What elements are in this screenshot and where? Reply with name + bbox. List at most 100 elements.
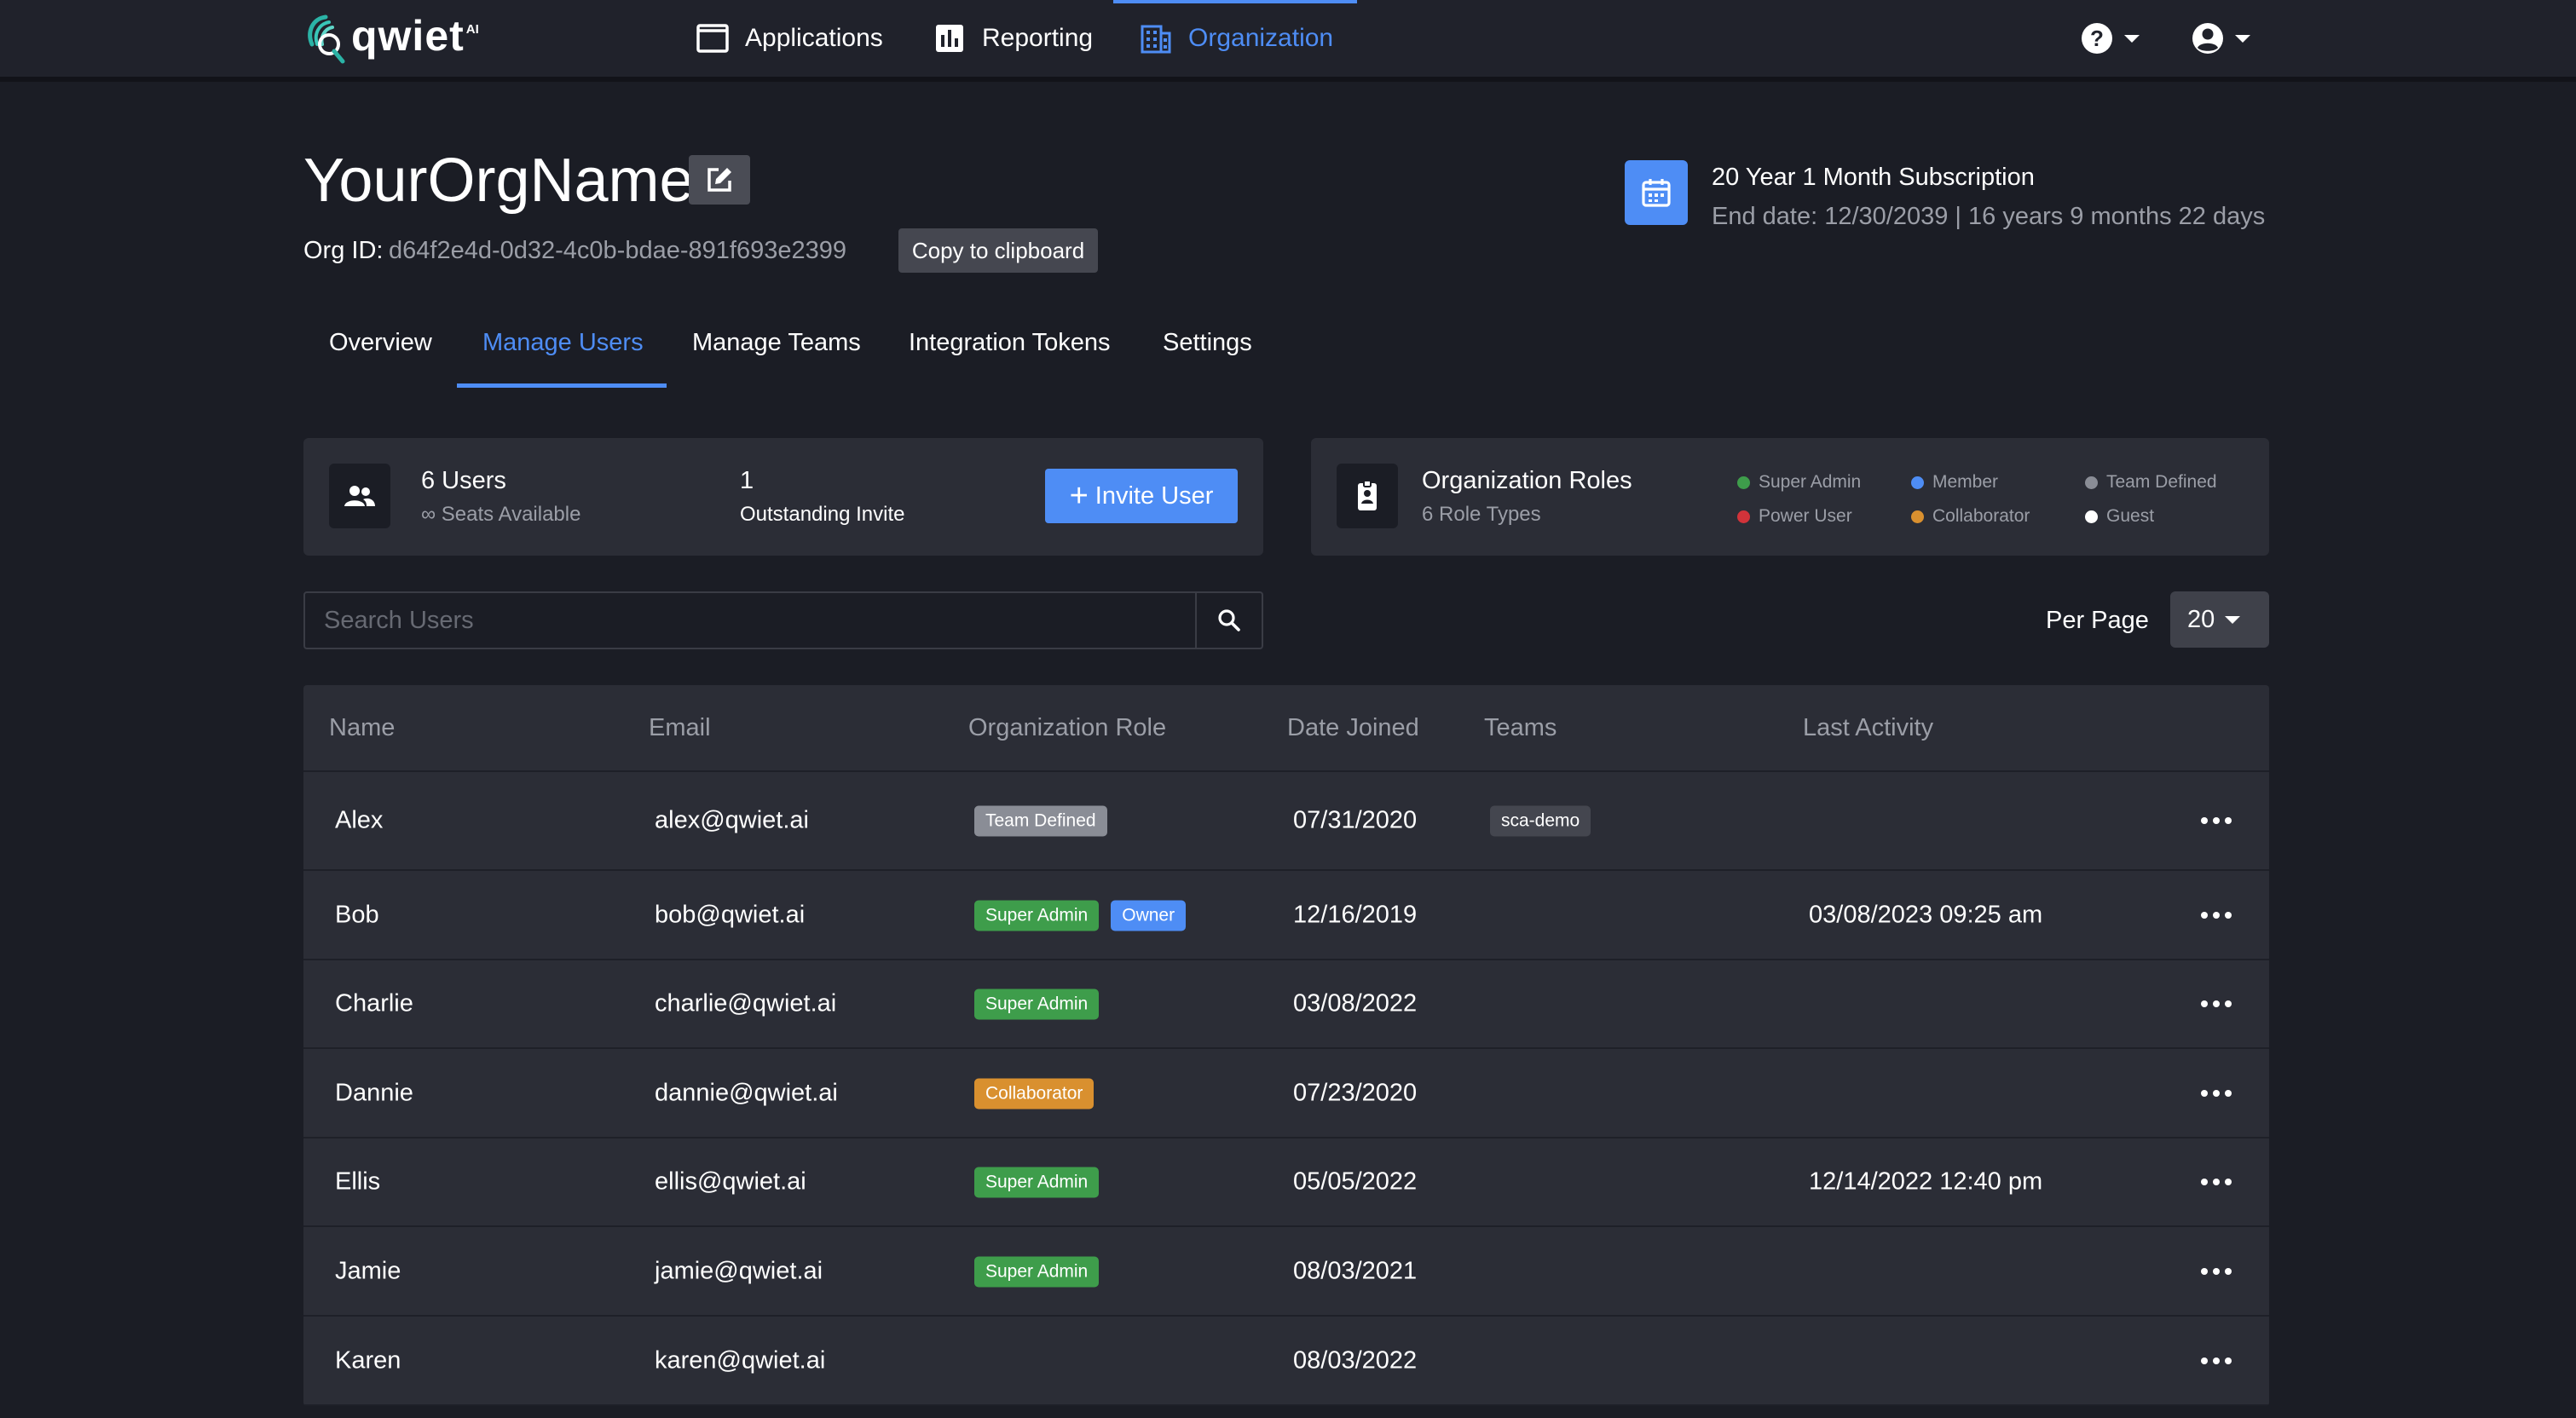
date-joined: 07/31/2020 — [1293, 806, 1418, 834]
roles-title: Organization Roles — [1422, 467, 1632, 494]
id-badge-icon — [1358, 480, 1377, 510]
ellipsis-dot — [2213, 817, 2220, 824]
ellipsis-dot — [2201, 817, 2208, 824]
user-email: ellis@qwiet.ai — [655, 1167, 806, 1195]
ellipsis-dot — [2225, 1178, 2232, 1185]
organization-roles-card: Organization Roles 6 Role Types Super Ad… — [1311, 438, 2269, 556]
table-header: Name Email Organization Role Date Joined… — [303, 685, 2269, 772]
tab-overview[interactable]: Overview — [329, 329, 432, 357]
user-name: Alex — [335, 806, 384, 834]
date-joined: 08/03/2022 — [1293, 1346, 1418, 1374]
bar-chart-icon — [936, 25, 963, 52]
ellipsis-icon[interactable] — [2201, 1000, 2232, 1007]
edit-org-name-button[interactable] — [689, 155, 750, 205]
team-badge[interactable]: sca-demo — [1490, 805, 1591, 837]
legend-dot — [1737, 476, 1750, 489]
user-roles: Super Admin — [974, 1166, 1111, 1197]
svg-text:?: ? — [2090, 26, 2104, 51]
ellipsis-icon[interactable] — [2201, 1357, 2232, 1364]
top-navbar: qwiet AI Applications Reporting Organiza… — [0, 0, 2576, 82]
role-badge: Super Admin — [974, 1256, 1100, 1287]
table-row[interactable]: Ellis ellis@qwiet.ai Super Admin 05/05/2022… — [303, 1138, 2269, 1227]
plus-icon: + — [1069, 478, 1089, 514]
search-button[interactable] — [1195, 591, 1263, 649]
ellipsis-dot — [2213, 1267, 2220, 1275]
subscription-calendar-badge — [1625, 160, 1688, 225]
nav-organization[interactable]: Organization — [1112, 0, 1358, 77]
legend-label: Power User — [1759, 506, 1852, 526]
legend-label: Member — [1932, 472, 1999, 492]
user-email: karen@qwiet.ai — [655, 1346, 826, 1374]
subscription-end-date: End date: 12/30/2039 | 16 years 9 months… — [1712, 203, 2266, 230]
tab-manage-teams[interactable]: Manage Teams — [692, 329, 861, 357]
table-row[interactable]: Alex alex@qwiet.ai Team Defined 07/31/2020 s… — [303, 772, 2269, 871]
logo-wordmark: qwiet — [351, 12, 465, 60]
column-header-teams[interactable]: Teams — [1484, 714, 1557, 742]
column-header-date-joined[interactable]: Date Joined — [1287, 714, 1419, 742]
qwiet-logo[interactable]: qwiet AI — [303, 9, 479, 68]
role-badge: Collaborator — [974, 1078, 1095, 1109]
user-teams: sca-demo — [1490, 805, 1591, 837]
table-row[interactable]: Karen karen@qwiet.ai 08/03/2022 — [303, 1317, 2269, 1406]
role-badge: Super Admin — [974, 900, 1100, 931]
table-row[interactable]: Dannie dannie@qwiet.ai Collaborator 07/23/2… — [303, 1049, 2269, 1138]
ellipsis-dot — [2201, 1267, 2208, 1275]
nav-applications-label: Applications — [745, 24, 883, 52]
search-users-input[interactable] — [303, 591, 1197, 649]
window-icon — [696, 24, 729, 53]
user-circle-icon — [2192, 23, 2223, 54]
legend-dot — [1737, 510, 1750, 523]
ellipsis-icon[interactable] — [2201, 1089, 2232, 1097]
column-header-last-activity[interactable]: Last Activity — [1803, 714, 1933, 742]
legend-power-user: Power User — [1737, 506, 1852, 527]
ellipsis-dot — [2225, 1267, 2232, 1275]
edit-icon — [708, 168, 731, 192]
legend-label: Team Defined — [2106, 472, 2217, 492]
tab-manage-users[interactable]: Manage Users — [482, 329, 644, 357]
legend-collaborator: Collaborator — [1911, 506, 2030, 527]
ellipsis-dot — [2201, 1089, 2208, 1097]
ellipsis-icon[interactable] — [2201, 817, 2232, 824]
ellipsis-dot — [2213, 1089, 2220, 1097]
column-header-organization-role[interactable]: Organization Role — [968, 714, 1166, 742]
copy-to-clipboard-button[interactable]: Copy to clipboard — [898, 228, 1098, 273]
user-roles: Super Admin — [974, 1255, 1111, 1287]
ellipsis-dot — [2213, 911, 2220, 919]
ellipsis-dot — [2225, 1089, 2232, 1097]
per-page-select[interactable]: 20 — [2170, 591, 2269, 648]
chevron-down-icon — [2225, 615, 2241, 624]
qwiet-logo-icon — [308, 14, 345, 64]
account-menu[interactable] — [2191, 19, 2250, 58]
column-header-name[interactable]: Name — [329, 714, 395, 742]
ellipsis-icon[interactable] — [2201, 1178, 2232, 1185]
search-icon — [1218, 609, 1240, 631]
ellipsis-dot — [2213, 1357, 2220, 1364]
table-row[interactable]: Bob bob@qwiet.ai Super Admin Owner 12/16/201… — [303, 871, 2269, 960]
user-roles: Team Defined — [974, 805, 1119, 837]
table-row[interactable]: Jamie jamie@qwiet.ai Super Admin 08/03/2021 — [303, 1227, 2269, 1317]
help-menu[interactable]: ? — [2080, 19, 2140, 58]
ellipsis-dot — [2225, 911, 2232, 919]
user-roles: Super Admin — [974, 988, 1111, 1019]
invite-user-label: Invite User — [1095, 481, 1214, 510]
ellipsis-dot — [2225, 1357, 2232, 1364]
nav-applications[interactable]: Applications — [696, 0, 883, 77]
user-roles: Collaborator — [974, 1077, 1106, 1109]
ellipsis-icon[interactable] — [2201, 1267, 2232, 1275]
per-page-value: 20 — [2187, 605, 2215, 633]
date-joined: 05/05/2022 — [1293, 1167, 1418, 1195]
chevron-down-icon — [2124, 34, 2140, 43]
column-header-email[interactable]: Email — [649, 714, 711, 742]
user-email: charlie@qwiet.ai — [655, 989, 837, 1017]
legend-team-defined: Team Defined — [2085, 472, 2217, 493]
invite-user-button[interactable]: + Invite User — [1045, 469, 1238, 523]
nav-reporting[interactable]: Reporting — [933, 0, 1093, 77]
tab-integration-tokens[interactable]: Integration Tokens — [909, 329, 1110, 357]
ellipsis-icon[interactable] — [2201, 911, 2232, 919]
table-row[interactable]: Charlie charlie@qwiet.ai Super Admin 03/08/… — [303, 960, 2269, 1049]
tab-settings[interactable]: Settings — [1163, 329, 1252, 357]
outstanding-invite-label: Outstanding Invite — [740, 503, 905, 526]
legend-label: Super Admin — [1759, 472, 1862, 492]
legend-label: Collaborator — [1932, 506, 2030, 526]
per-page-label: Per Page — [2046, 607, 2149, 634]
